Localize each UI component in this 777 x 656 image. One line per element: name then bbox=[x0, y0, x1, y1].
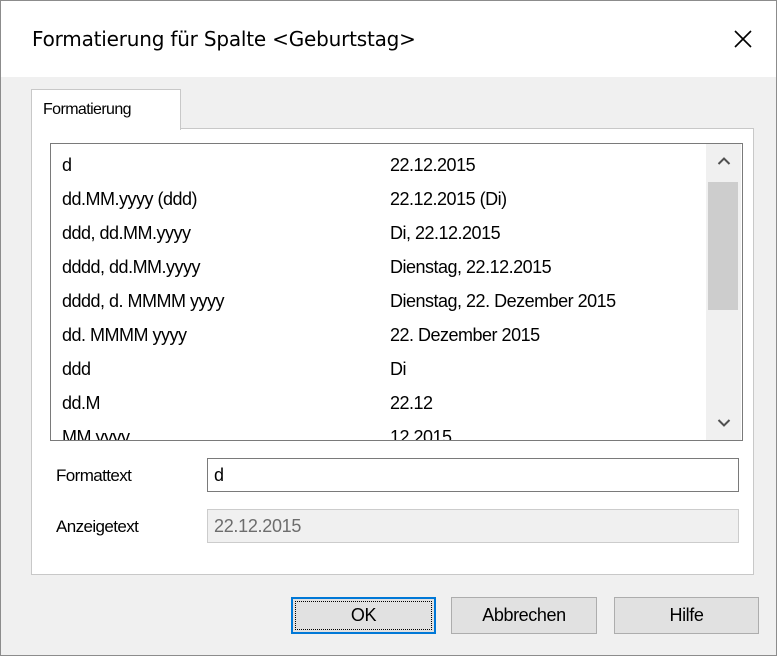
chevron-down-icon bbox=[717, 419, 730, 427]
format-code: dddd, dd.MM.yyyy bbox=[62, 257, 201, 277]
list-item[interactable]: dddd, d. MMMM yyyy Dienstag, 22. Dezember… bbox=[51, 285, 703, 319]
format-example: 22.12 bbox=[390, 393, 433, 413]
cancel-button[interactable]: Abbrechen bbox=[451, 597, 597, 634]
formattext-input[interactable]: d bbox=[207, 458, 739, 492]
format-dialog: Formatierung für Spalte <Geburtstag> For… bbox=[0, 0, 777, 656]
format-example: 22.12.2015 (Di) bbox=[390, 189, 507, 209]
scroll-thumb[interactable] bbox=[708, 182, 738, 310]
title-bar: Formatierung für Spalte <Geburtstag> bbox=[1, 1, 776, 77]
format-list: d 22.12.2015 dd.MM.yyyy (ddd) 22.12.2015 (D… bbox=[51, 149, 703, 441]
format-example: 12.2015 bbox=[390, 427, 452, 441]
chevron-up-icon bbox=[717, 157, 730, 165]
list-item[interactable]: MM.yyyy 12.2015 bbox=[51, 421, 703, 441]
list-item[interactable]: dd.M 22.12 bbox=[51, 387, 703, 421]
format-code: dddd, d. MMMM yyyy bbox=[62, 291, 225, 311]
close-button[interactable] bbox=[723, 21, 763, 57]
list-item[interactable]: ddd, dd.MM.yyyy Di, 22.12.2015 bbox=[51, 217, 703, 251]
cancel-label: Abbrechen bbox=[482, 605, 566, 625]
format-code: ddd bbox=[62, 359, 91, 379]
format-code: dd.M bbox=[62, 393, 101, 413]
help-button[interactable]: Hilfe bbox=[614, 597, 759, 634]
scroll-up-button[interactable] bbox=[706, 144, 741, 178]
format-example: Dienstag, 22.12.2015 bbox=[390, 257, 552, 277]
list-item[interactable]: dddd, dd.MM.yyyy Dienstag, 22.12.2015 bbox=[51, 251, 703, 285]
formattext-label: Formattext bbox=[56, 466, 132, 485]
list-item[interactable]: d 22.12.2015 bbox=[51, 149, 703, 183]
list-item[interactable]: ddd Di bbox=[51, 353, 703, 387]
close-icon bbox=[734, 30, 752, 48]
format-listbox[interactable]: d 22.12.2015 dd.MM.yyyy (ddd) 22.12.2015 (D… bbox=[50, 143, 743, 441]
format-example: 22.12.2015 bbox=[390, 155, 476, 175]
list-scrollbar[interactable] bbox=[706, 144, 741, 440]
tab-label: Formatierung bbox=[43, 101, 132, 118]
focus-rectangle bbox=[295, 601, 432, 630]
anzeigetext-field: 22.12.2015 bbox=[207, 509, 739, 543]
list-item[interactable]: dd.MM.yyyy (ddd) 22.12.2015 (Di) bbox=[51, 183, 703, 217]
format-example: Di, 22.12.2015 bbox=[390, 223, 501, 243]
format-example: Dienstag, 22. Dezember 2015 bbox=[390, 291, 616, 311]
format-code: dd. MMMM yyyy bbox=[62, 325, 187, 345]
help-label: Hilfe bbox=[669, 605, 704, 625]
list-item[interactable]: dd. MMMM yyyy 22. Dezember 2015 bbox=[51, 319, 703, 353]
format-code: ddd, dd.MM.yyyy bbox=[62, 223, 191, 243]
tab-formatierung[interactable]: Formatierung bbox=[31, 89, 181, 130]
format-code: d bbox=[62, 155, 72, 175]
format-code: MM.yyyy bbox=[62, 427, 130, 441]
ok-button[interactable]: OK bbox=[291, 597, 436, 634]
format-example: 22. Dezember 2015 bbox=[390, 325, 540, 345]
format-example: Di bbox=[390, 359, 407, 379]
scroll-down-button[interactable] bbox=[706, 406, 741, 440]
anzeigetext-label: Anzeigetext bbox=[56, 517, 139, 536]
dialog-title: Formatierung für Spalte <Geburtstag> bbox=[32, 27, 416, 51]
format-code: dd.MM.yyyy (ddd) bbox=[62, 189, 198, 209]
